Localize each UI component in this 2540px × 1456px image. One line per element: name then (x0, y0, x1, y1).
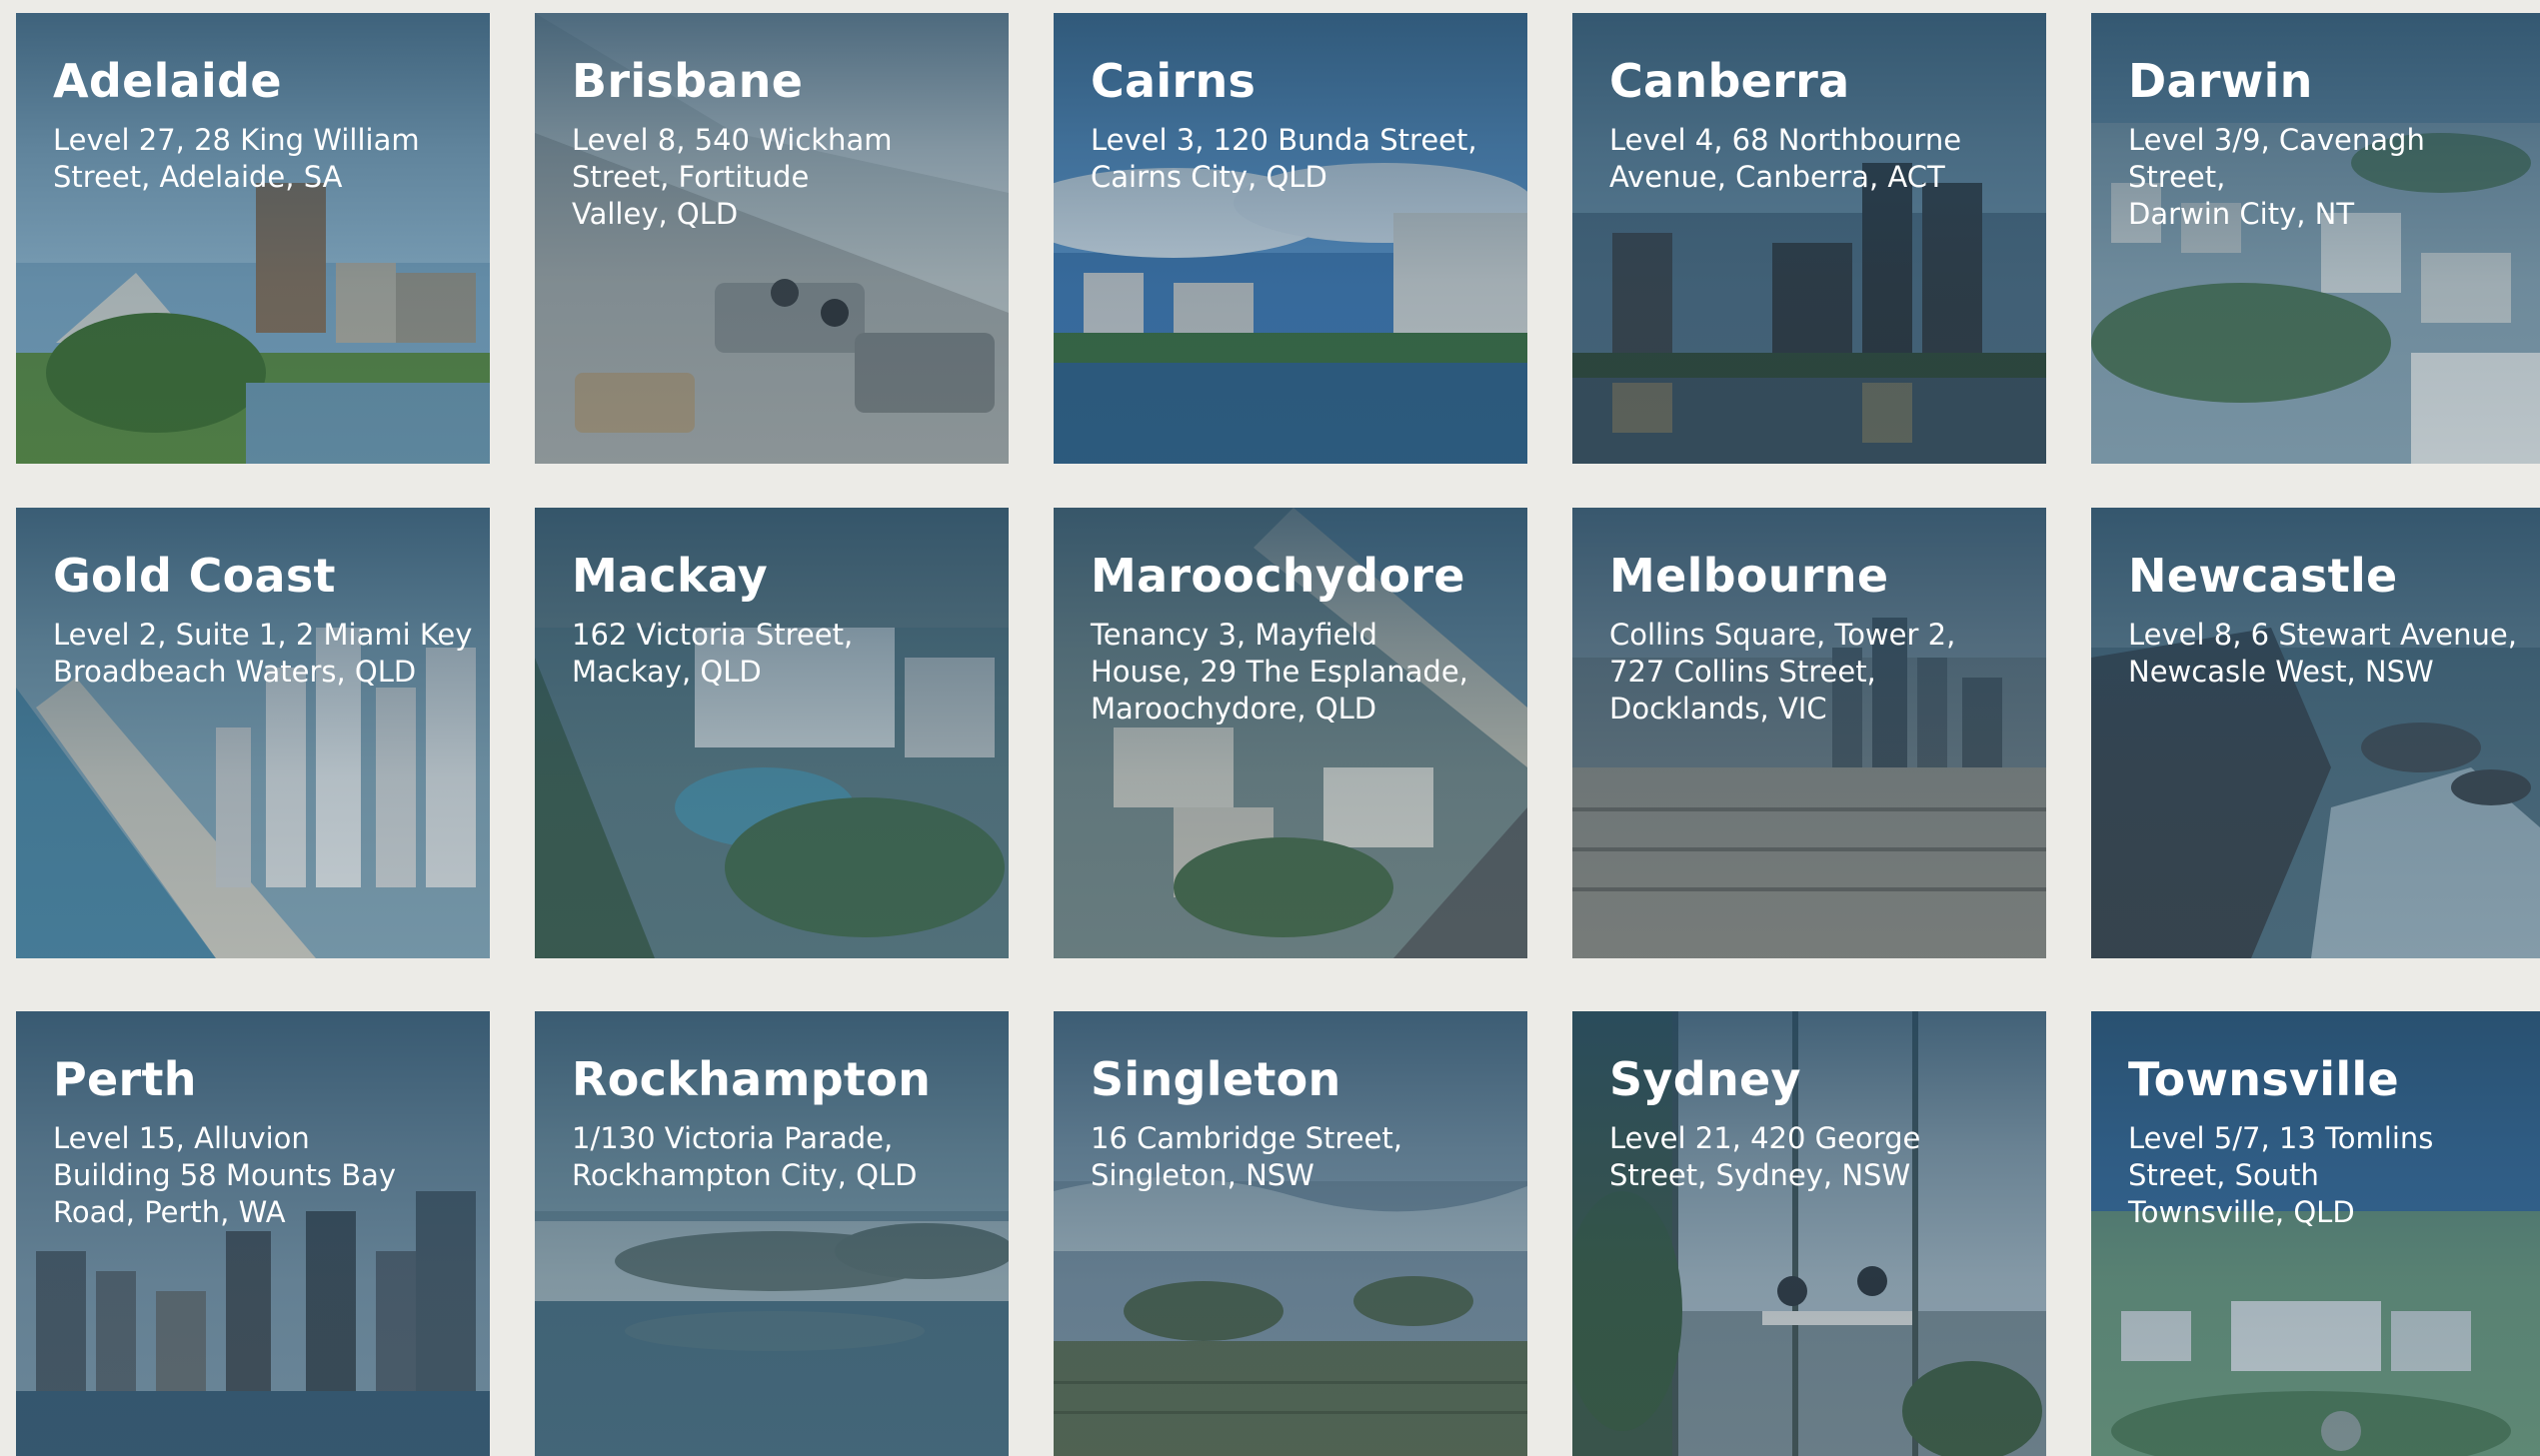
office-city: Canberra (1609, 54, 1850, 108)
office-card-brisbane[interactable]: Brisbane Level 8, 540 Wickham Street, Fo… (535, 13, 1009, 464)
office-card-melbourne[interactable]: Melbourne Collins Square, Tower 2, 727 C… (1572, 508, 2046, 958)
office-locations-grid: Adelaide Level 27, 28 King William Stree… (0, 0, 2540, 1456)
card-content: Perth Level 15, Alluvion Building 58 Mou… (53, 1053, 476, 1231)
office-card-perth[interactable]: Perth Level 15, Alluvion Building 58 Mou… (16, 1011, 490, 1456)
office-address: Level 8, 6 Stewart Avenue, Newcasle West… (2128, 617, 2517, 689)
office-address: 16 Cambridge Street, Singleton, NSW (1091, 1120, 1402, 1192)
office-address: Level 8, 540 Wickham Street, Fortitude V… (572, 122, 893, 231)
office-address: Level 5/7, 13 Tomlins Street, South Town… (2128, 1120, 2434, 1229)
office-city: Gold Coast (53, 549, 336, 603)
card-content: Maroochydore Tenancy 3, Mayfield House, … (1091, 550, 1513, 728)
card-content: Townsville Level 5/7, 13 Tomlins Street,… (2128, 1053, 2526, 1231)
office-address: 162 Victoria Street, Mackay, QLD (572, 617, 854, 689)
card-content: Singleton 16 Cambridge Street, Singleton… (1091, 1053, 1513, 1194)
card-content: Rockhampton 1/130 Victoria Parade, Rockh… (572, 1053, 995, 1194)
card-content: Brisbane Level 8, 540 Wickham Street, Fo… (572, 55, 995, 233)
office-card-singleton[interactable]: Singleton 16 Cambridge Street, Singleton… (1054, 1011, 1527, 1456)
office-address: Level 27, 28 King William Street, Adelai… (53, 122, 420, 194)
office-address: Level 21, 420 George Street, Sydney, NSW (1609, 1120, 1921, 1192)
office-city: Rockhampton (572, 1052, 932, 1106)
office-address: Level 15, Alluvion Building 58 Mounts Ba… (53, 1120, 397, 1229)
card-content: Sydney Level 21, 420 George Street, Sydn… (1609, 1053, 2032, 1194)
card-content: Newcastle Level 8, 6 Stewart Avenue, New… (2128, 550, 2526, 691)
office-address: Level 4, 68 Northbourne Avenue, Canberra… (1609, 122, 1962, 194)
office-card-mackay[interactable]: Mackay 162 Victoria Street, Mackay, QLD (535, 508, 1009, 958)
office-address: Level 3/9, Cavenagh Street, Darwin City,… (2128, 122, 2425, 231)
office-card-sydney[interactable]: Sydney Level 21, 420 George Street, Sydn… (1572, 1011, 2046, 1456)
office-card-canberra[interactable]: Canberra Level 4, 68 Northbourne Avenue,… (1572, 13, 2046, 464)
office-city: Maroochydore (1091, 549, 1465, 603)
card-content: Gold Coast Level 2, Suite 1, 2 Miami Key… (53, 550, 476, 691)
card-content: Canberra Level 4, 68 Northbourne Avenue,… (1609, 55, 2032, 196)
office-city: Sydney (1609, 1052, 1801, 1106)
office-city: Adelaide (53, 54, 282, 108)
office-card-cairns[interactable]: Cairns Level 3, 120 Bunda Street, Cairns… (1054, 13, 1527, 464)
office-address: Tenancy 3, Mayfield House, 29 The Esplan… (1091, 617, 1468, 726)
card-content: Mackay 162 Victoria Street, Mackay, QLD (572, 550, 995, 691)
office-address: Level 3, 120 Bunda Street, Cairns City, … (1091, 122, 1477, 194)
office-city: Brisbane (572, 54, 804, 108)
office-card-rockhampton[interactable]: Rockhampton 1/130 Victoria Parade, Rockh… (535, 1011, 1009, 1456)
office-card-maroochydore[interactable]: Maroochydore Tenancy 3, Mayfield House, … (1054, 508, 1527, 958)
office-city: Townsville (2128, 1052, 2399, 1106)
office-city: Melbourne (1609, 549, 1889, 603)
office-address: Collins Square, Tower 2, 727 Collins Str… (1609, 617, 1956, 726)
office-card-newcastle[interactable]: Newcastle Level 8, 6 Stewart Avenue, New… (2091, 508, 2540, 958)
card-content: Melbourne Collins Square, Tower 2, 727 C… (1609, 550, 2032, 728)
office-card-gold-coast[interactable]: Gold Coast Level 2, Suite 1, 2 Miami Key… (16, 508, 490, 958)
card-content: Darwin Level 3/9, Cavenagh Street, Darwi… (2128, 55, 2526, 233)
office-city: Mackay (572, 549, 769, 603)
office-city: Newcastle (2128, 549, 2398, 603)
office-card-darwin[interactable]: Darwin Level 3/9, Cavenagh Street, Darwi… (2091, 13, 2540, 464)
office-address: 1/130 Victoria Parade, Rockhampton City,… (572, 1120, 918, 1192)
office-card-townsville[interactable]: Townsville Level 5/7, 13 Tomlins Street,… (2091, 1011, 2540, 1456)
office-city: Singleton (1091, 1052, 1341, 1106)
office-city: Darwin (2128, 54, 2313, 108)
office-city: Perth (53, 1052, 197, 1106)
card-content: Cairns Level 3, 120 Bunda Street, Cairns… (1091, 55, 1513, 196)
office-address: Level 2, Suite 1, 2 Miami Key Broadbeach… (53, 617, 473, 689)
office-city: Cairns (1091, 54, 1257, 108)
office-card-adelaide[interactable]: Adelaide Level 27, 28 King William Stree… (16, 13, 490, 464)
card-content: Adelaide Level 27, 28 King William Stree… (53, 55, 476, 196)
